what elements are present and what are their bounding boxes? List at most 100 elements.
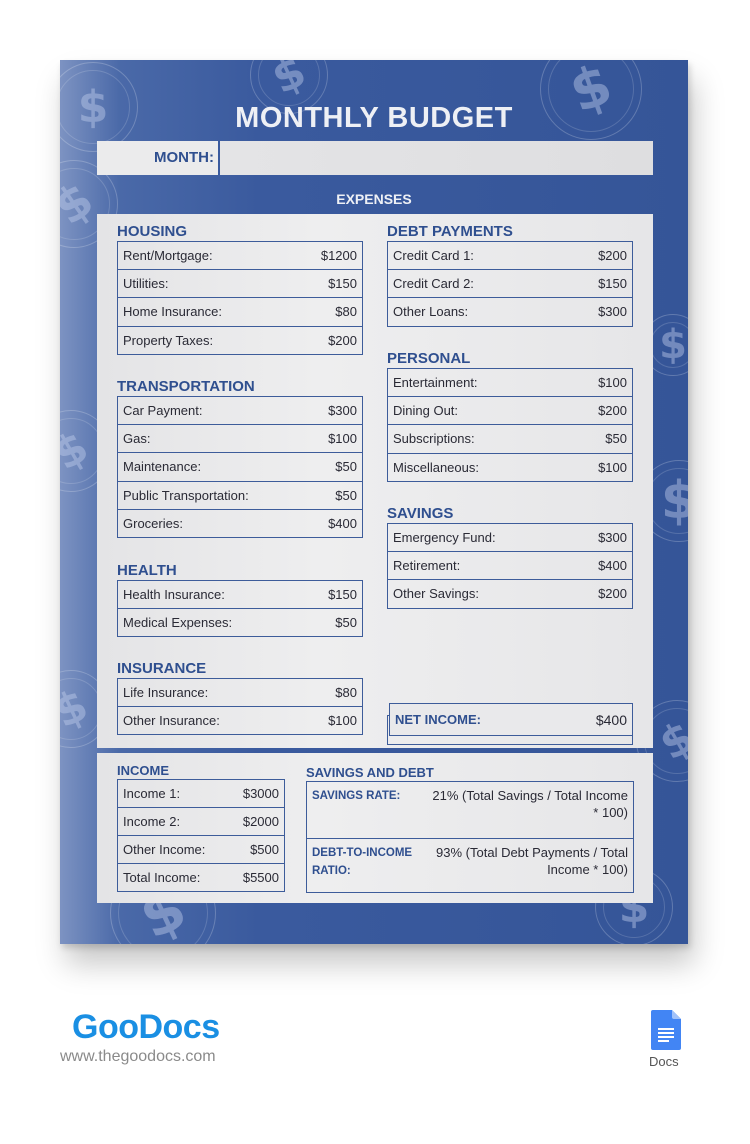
row-value[interactable]: $100 <box>328 425 357 452</box>
row-label: Life Insurance: <box>123 685 209 700</box>
net-income-value[interactable]: $400 <box>596 712 627 728</box>
table-row: Miscellaneous: $100 <box>388 452 632 481</box>
personal-table: Entertainment: $100 Dining Out: $200 Subsc… <box>387 368 633 482</box>
health-section: HEALTH Health Insurance: $150 Medical Exp… <box>117 561 363 638</box>
table-row: Credit Card 1: $200 <box>388 242 632 269</box>
row-value[interactable]: $150 <box>328 581 357 608</box>
expenses-panel: HOUSING Rent/Mortgage: $1200 Utilities: $1… <box>97 214 653 748</box>
row-label: Utilities: <box>123 276 169 292</box>
table-row: Retirement: $400 <box>388 551 632 579</box>
table-row: Total Income: $5500 <box>118 863 284 891</box>
website-url[interactable]: www.thegoodocs.com <box>60 1048 216 1066</box>
row-label: Other Savings: <box>393 586 479 602</box>
section-title: HEALTH <box>117 562 177 579</box>
row-value[interactable]: $50 <box>605 425 627 452</box>
row-label: Income 1: <box>123 786 181 801</box>
table-row: Other Insurance: $100 <box>118 706 362 734</box>
row-value[interactable]: $300 <box>328 397 357 424</box>
debt-payments-section: DEBT PAYMENTS Credit Card 1: $200 Credit … <box>387 222 633 327</box>
row-label: Credit Card 2: <box>393 276 474 292</box>
savings-section: SAVINGS Emergency Fund: $300 Retirement: $… <box>387 504 633 609</box>
row-label: Dining Out: <box>393 403 459 419</box>
row-value[interactable]: $500 <box>250 836 279 863</box>
net-income-label: NET INCOME: <box>395 712 481 727</box>
section-title: INSURANCE <box>117 660 207 677</box>
row-label: Emergency Fund: <box>393 530 496 545</box>
table-row: Income 1: $3000 <box>118 780 284 807</box>
savings-table: Emergency Fund: $300 Retirement: $400 Othe… <box>387 523 633 609</box>
savings-and-debt-section: SAVINGS AND DEBT SAVINGS RATE: 21% (Tota… <box>306 764 634 893</box>
row-value[interactable]: $300 <box>598 298 627 325</box>
row-label: Total Income: <box>123 870 201 885</box>
row-label: Other Income: <box>123 842 206 857</box>
row-value[interactable]: $5500 <box>243 864 279 891</box>
row-value[interactable]: $400 <box>598 552 627 579</box>
housing-table: Rent/Mortgage: $1200 Utilities: $150 Home … <box>117 241 363 355</box>
table-row: Other Savings: $200 <box>388 579 632 607</box>
table-row: Groceries: $400 <box>118 508 362 537</box>
row-value[interactable]: $50 <box>335 482 357 509</box>
row-value[interactable]: $100 <box>598 454 627 481</box>
row-value[interactable]: $200 <box>598 242 627 269</box>
table-row: DEBT-TO-INCOME RATIO: 93% (Total Debt Pa… <box>307 838 633 892</box>
google-docs-icon <box>651 1010 681 1050</box>
income-section: INCOME Income 1: $3000 Income 2: $2000 Oth… <box>117 762 285 892</box>
row-label: Health Insurance: <box>123 587 225 602</box>
section-title: DEBT PAYMENTS <box>387 223 513 240</box>
personal-section: PERSONAL Entertainment: $100 Dining Out: $… <box>387 349 633 482</box>
row-label: Car Payment: <box>123 403 203 418</box>
row-value[interactable]: $80 <box>335 298 357 325</box>
budget-document: $ $ $ $ $ $ $ $ $ $ $ MONTHLY BUDGET MON… <box>60 60 688 944</box>
row-label: Income 2: <box>123 814 181 829</box>
table-row: Gas: $100 <box>118 424 362 452</box>
table-row: Subscriptions: $50 <box>388 424 632 452</box>
month-input[interactable] <box>220 141 653 175</box>
transportation-section: TRANSPORTATION Car Payment: $300 Gas: $100… <box>117 377 363 538</box>
table-row: Public Transportation: $50 <box>118 480 362 509</box>
row-value[interactable]: $100 <box>598 369 627 396</box>
table-row: Other Income: $500 <box>118 835 284 863</box>
row-label: Home Insurance: <box>123 304 222 320</box>
debt-to-income-value[interactable]: 93% (Total Debt Payments / Total Income … <box>428 844 628 887</box>
table-row: Maintenance: $50 <box>118 452 362 480</box>
row-value[interactable]: $200 <box>598 580 627 607</box>
table-row: Car Payment: $300 <box>118 397 362 424</box>
row-value[interactable]: $400 <box>328 510 357 537</box>
summary-panel: INCOME Income 1: $3000 Income 2: $2000 Oth… <box>97 753 653 903</box>
row-label: Entertainment: <box>393 375 478 390</box>
health-table: Health Insurance: $150 Medical Expenses: $… <box>117 580 363 638</box>
row-label: Other Insurance: <box>123 713 220 729</box>
section-title: PERSONAL <box>387 350 471 367</box>
row-label: Retirement: <box>393 558 461 574</box>
table-row: Dining Out: $200 <box>388 396 632 424</box>
table-row: Emergency Fund: $300 <box>388 524 632 551</box>
row-value[interactable]: $150 <box>598 270 627 297</box>
row-value[interactable]: $80 <box>335 679 357 706</box>
goodocs-logo: GooDocs <box>72 1008 220 1046</box>
row-value[interactable]: $2000 <box>243 808 279 835</box>
row-value[interactable]: $50 <box>335 453 357 480</box>
table-row: Medical Expenses: $50 <box>118 608 362 636</box>
debt-to-income-label: DEBT-TO-INCOME RATIO: <box>312 847 413 877</box>
row-label: Medical Expenses: <box>123 615 233 631</box>
section-title: TRANSPORTATION <box>117 378 255 395</box>
row-value[interactable]: $300 <box>598 524 627 551</box>
row-label: Groceries: <box>123 515 183 531</box>
table-row: Home Insurance: $80 <box>118 297 362 325</box>
row-value[interactable]: $150 <box>328 270 357 297</box>
row-value[interactable]: $100 <box>328 707 357 734</box>
row-value[interactable]: $200 <box>328 327 357 354</box>
page-title: MONTHLY BUDGET <box>235 102 513 134</box>
section-title: SAVINGS <box>387 505 454 522</box>
row-value[interactable]: $200 <box>598 397 627 424</box>
row-value[interactable]: $3000 <box>243 780 279 807</box>
table-row: Life Insurance: $80 <box>118 679 362 706</box>
savings-rate-value[interactable]: 21% (Total Savings / Total Income * 100) <box>428 787 628 833</box>
row-value[interactable]: $1200 <box>321 242 357 269</box>
insurance-table: Life Insurance: $80 Other Insurance: $100 <box>117 678 363 736</box>
table-row: Income 2: $2000 <box>118 807 284 835</box>
row-label: Gas: <box>123 431 151 447</box>
row-value[interactable]: $50 <box>335 609 357 636</box>
row-label: Subscriptions: <box>393 431 475 447</box>
section-title: HOUSING <box>117 223 188 240</box>
